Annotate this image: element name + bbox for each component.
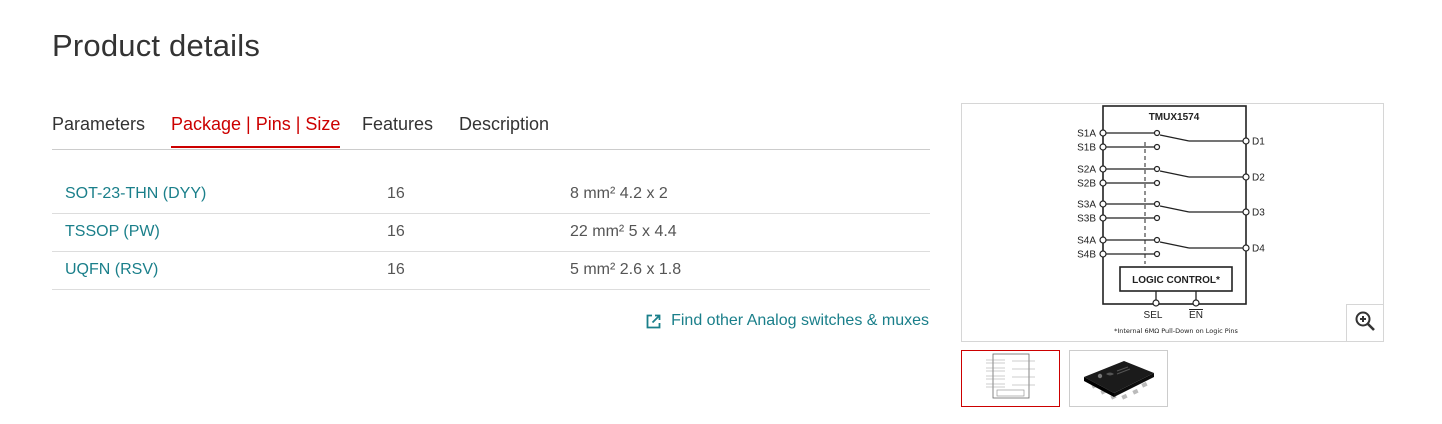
diagram-pin-circle — [1192, 299, 1200, 307]
product-image-viewer: TMUX1574 S1A S1B S2A S2B S3A S3B S4A S4B D1 D2 D3… — [961, 103, 1384, 342]
package-pins: 16 — [387, 261, 405, 278]
diagram-switch-contact — [1153, 143, 1161, 151]
find-link-label: Find other Analog switches & muxes — [671, 312, 929, 329]
diagram-pin-circle — [1152, 299, 1160, 307]
package-size: 22 mm² 5 x 4.4 — [570, 223, 677, 240]
zoom-button[interactable] — [1346, 304, 1384, 342]
diagram-source-pin-label: S4A — [1077, 236, 1096, 247]
diagram-pin-circle — [1099, 200, 1107, 208]
diagram-switch-arm — [1159, 170, 1190, 178]
diagram-pin-circle — [1099, 214, 1107, 222]
diagram-switch-contact — [1153, 236, 1161, 244]
diagram-pin-circle — [1099, 236, 1107, 244]
package-photo-thumbnail[interactable] — [1069, 350, 1168, 407]
diagram-switch-contact — [1153, 200, 1161, 208]
diagram-source-pin-label: S3B — [1077, 214, 1096, 225]
functional-block-diagram: TMUX1574 S1A S1B S2A S2B S3A S3B S4A S4B D1 D2 D3… — [1077, 105, 1265, 335]
package-size: 8 mm² 4.2 x 2 — [570, 185, 668, 202]
table-row: TSSOP (PW) 16 22 mm² 5 x 4.4 — [52, 214, 930, 252]
diagram-switch-arm — [1159, 241, 1190, 249]
tab-features[interactable]: Features — [362, 114, 433, 135]
package-name-link[interactable]: UQFN (RSV) — [65, 261, 158, 279]
diagram-switch-arm — [1159, 205, 1190, 213]
functional-diagram-thumbnail[interactable] — [961, 350, 1060, 407]
page-title: Product details — [52, 28, 261, 63]
package-name-link[interactable]: SOT-23-THN (DYY) — [65, 185, 206, 203]
diagram-pin-circle — [1099, 129, 1107, 137]
tab-package-pins-size[interactable]: Package | Pins | Size — [171, 114, 341, 148]
diagram-drain-pin-label: D1 — [1252, 137, 1265, 148]
diagram-source-pin-label: S1A — [1077, 129, 1096, 140]
diagram-source-pin-label: S1B — [1077, 143, 1096, 154]
diagram-pin-circle — [1242, 173, 1250, 181]
product-tabs: Parameters Package | Pins | Size Feature… — [52, 104, 930, 150]
tab-parameters[interactable]: Parameters — [52, 114, 145, 135]
package-pins: 16 — [387, 223, 405, 240]
diagram-source-pin-label: S2B — [1077, 179, 1096, 190]
diagram-switch-contact — [1153, 165, 1161, 173]
diagram-switch-arm — [1159, 134, 1190, 142]
diagram-footnote: *Internal 6MΩ Pull-Down on Logic Pins — [1114, 327, 1238, 335]
diagram-source-pin-label: S2A — [1077, 165, 1096, 176]
diagram-switch-contact — [1153, 179, 1161, 187]
diagram-switch-contact — [1153, 214, 1161, 222]
diagram-source-pin-label: S3A — [1077, 200, 1096, 211]
diagram-pin-circle — [1242, 244, 1250, 252]
package-name-link[interactable]: TSSOP (PW) — [65, 223, 160, 241]
package-pins: 16 — [387, 185, 405, 202]
table-row: UQFN (RSV) 16 5 mm² 2.6 x 1.8 — [52, 252, 930, 290]
diagram-pin-circle — [1242, 208, 1250, 216]
table-row: SOT-23-THN (DYY) 16 8 mm² 4.2 x 2 — [52, 176, 930, 214]
diagram-drain-pin-label: D3 — [1252, 208, 1265, 219]
tab-description[interactable]: Description — [459, 114, 549, 135]
diagram-chip-name: TMUX1574 — [1149, 112, 1200, 123]
find-other-products-link[interactable]: Find other Analog switches & muxes — [645, 312, 929, 330]
diagram-pin-circle — [1099, 165, 1107, 173]
diagram-pin-circle — [1242, 137, 1250, 145]
diagram-drain-pin-label: D2 — [1252, 173, 1265, 184]
diagram-pin-circle — [1099, 143, 1107, 151]
diagram-pin-sel: SEL — [1144, 310, 1163, 321]
diagram-switch-contact — [1153, 250, 1161, 258]
diagram-drain-pin-label: D4 — [1252, 244, 1265, 255]
diagram-logic-label: LOGIC CONTROL* — [1132, 275, 1220, 286]
diagram-source-pin-label: S4B — [1077, 250, 1096, 261]
zoom-in-icon — [1354, 310, 1376, 337]
diagram-pin-en: EN — [1189, 310, 1203, 321]
diagram-pin-circle — [1099, 179, 1107, 187]
package-size: 5 mm² 2.6 x 1.8 — [570, 261, 682, 278]
external-link-icon — [645, 313, 662, 330]
diagram-switch-contact — [1153, 129, 1161, 137]
diagram-pin-circle — [1099, 250, 1107, 258]
package-table: SOT-23-THN (DYY) 16 8 mm² 4.2 x 2 TSSOP … — [52, 176, 930, 290]
